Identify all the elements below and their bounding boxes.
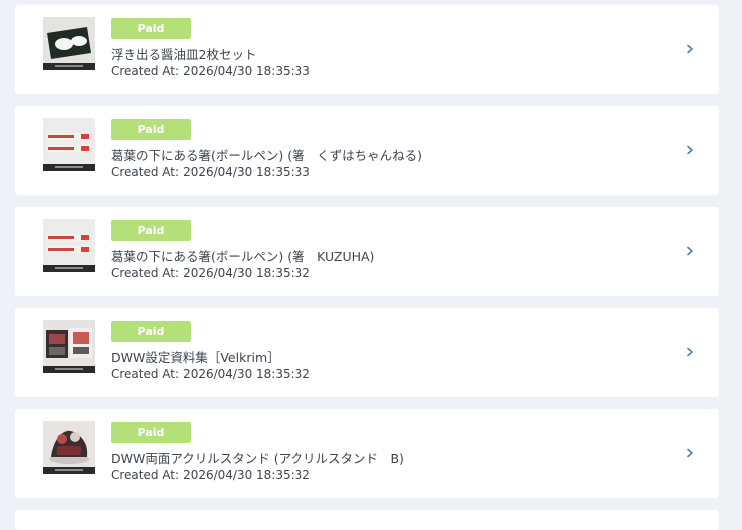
status-badge: Paid [111,220,191,241]
status-badge: Paid [111,422,191,443]
order-card[interactable]: Paid 葛葉の下にある箸(ボールペン) (箸 KUZUHA) Created … [15,207,719,296]
item-name: DWW設定資料集［Velkrim］ [111,350,280,365]
chevron-right-icon[interactable] [685,346,695,358]
chopstick-pen-thumbnail [43,219,95,272]
acrylic-stand-thumbnail [43,421,95,474]
status-badge: Paid [111,18,191,39]
order-card[interactable]: Paid 葛葉の下にある箸(ボールペン) (箸 くずはちゃんねる) Create… [15,106,719,195]
item-name: 葛葉の下にある箸(ボールペン) (箸 くずはちゃんねる) [111,148,422,163]
created-at-value: 2026/04/30 18:35:32 [183,468,310,482]
chevron-right-icon[interactable] [685,447,695,459]
created-at-value: 2026/04/30 18:35:33 [183,165,310,179]
created-at-label: Created At: [111,266,180,280]
order-card[interactable]: Paid 浮き出る醤油皿2枚セット Created At: 2026/04/30 … [15,5,719,94]
chevron-right-icon[interactable] [685,245,695,257]
status-badge: Paid [111,119,191,140]
item-name: DWW両面アクリルスタンド (アクリルスタンド B) [111,451,404,466]
created-at-value: 2026/04/30 18:35:32 [183,266,310,280]
art-book-thumbnail [43,320,95,373]
soy-sauce-plate-thumbnail [43,17,95,70]
item-name: 浮き出る醤油皿2枚セット [111,47,257,62]
created-at-label: Created At: [111,165,180,179]
created-at: Created At: 2026/04/30 18:35:32 [111,266,310,280]
created-at-label: Created At: [111,367,180,381]
created-at-value: 2026/04/30 18:35:32 [183,367,310,381]
created-at-value: 2026/04/30 18:35:33 [183,64,310,78]
order-card[interactable]: Paid DWW両面アクリルスタンド (アクリルスタンド B) Created … [15,409,719,498]
created-at: Created At: 2026/04/30 18:35:32 [111,468,310,482]
order-list: Paid 浮き出る醤油皿2枚セット Created At: 2026/04/30 … [15,5,719,530]
chopstick-pen-thumbnail [43,118,95,171]
created-at-label: Created At: [111,468,180,482]
created-at-label: Created At: [111,64,180,78]
chevron-right-icon[interactable] [685,43,695,55]
created-at: Created At: 2026/04/30 18:35:32 [111,367,310,381]
created-at: Created At: 2026/04/30 18:35:33 [111,64,310,78]
order-card-partial[interactable] [15,510,719,530]
order-card[interactable]: Paid DWW設定資料集［Velkrim］ Created At: 2026/0… [15,308,719,397]
chevron-right-icon[interactable] [685,144,695,156]
status-badge: Paid [111,321,191,342]
created-at: Created At: 2026/04/30 18:35:33 [111,165,310,179]
item-name: 葛葉の下にある箸(ボールペン) (箸 KUZUHA) [111,249,375,264]
